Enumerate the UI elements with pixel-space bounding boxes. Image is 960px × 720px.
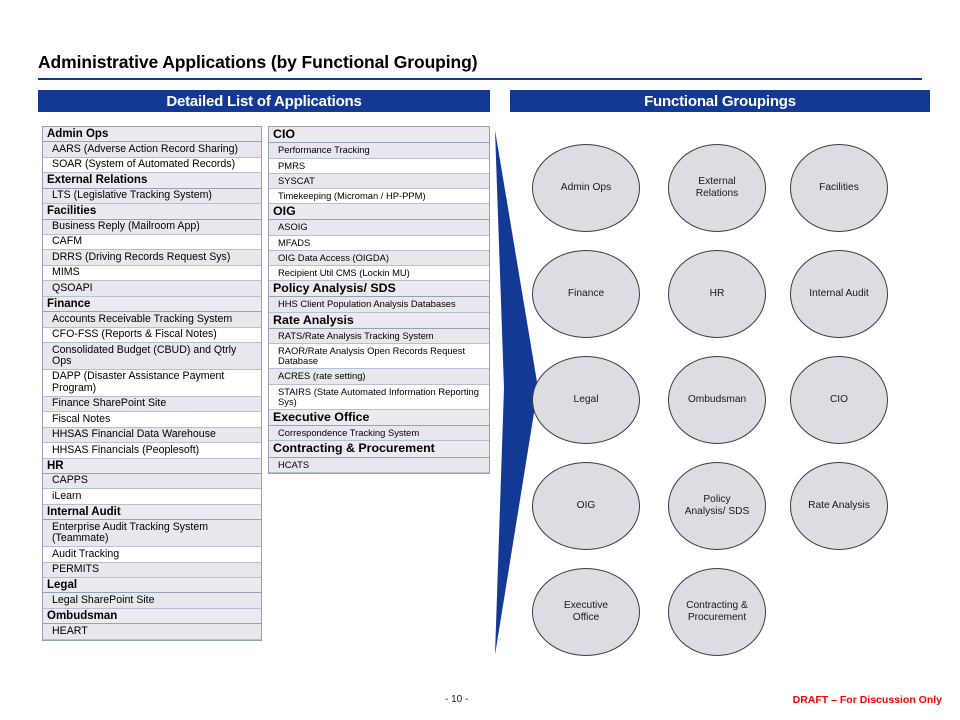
list-item: Fiscal Notes (43, 412, 261, 428)
list-item: Correspondence Tracking System (269, 426, 489, 442)
list-group-heading: Legal (43, 577, 261, 594)
functional-grouping-circle[interactable]: HR (668, 250, 766, 338)
functional-grouping-circle[interactable]: External Relations (668, 144, 766, 232)
list-item: ASOIG (269, 220, 489, 236)
list-group-heading: Finance (43, 296, 261, 313)
list-group-heading: OIG (269, 204, 489, 221)
list-item: RAOR/Rate Analysis Open Records Request … (269, 344, 489, 370)
functional-grouping-label: Finance (567, 287, 605, 299)
list-item: PMRS (269, 158, 489, 174)
list-item: Audit Tracking (43, 547, 261, 563)
list-group-heading: Admin Ops (43, 127, 261, 143)
functional-grouping-circle[interactable]: Internal Audit (790, 250, 888, 338)
list-item: DAPP (Disaster Assistance Payment Progra… (43, 369, 261, 397)
list-item: Enterprise Audit Tracking System (Teamma… (43, 520, 261, 548)
list-group-heading: Ombudsman (43, 608, 261, 625)
list-item: HHSAS Financial Data Warehouse (43, 427, 261, 444)
functional-grouping-circle[interactable]: CIO (790, 356, 888, 444)
functional-grouping-label: Internal Audit (809, 287, 869, 299)
list-group-heading: Facilities (43, 204, 261, 220)
functional-grouping-circle[interactable]: Finance (532, 250, 640, 338)
list-item: Business Reply (Mailroom App) (43, 219, 261, 235)
list-item: Performance Tracking (269, 143, 489, 159)
list-group-heading: Policy Analysis/ SDS (269, 281, 489, 298)
functional-grouping-circle[interactable]: Contracting & Procurement (668, 568, 766, 656)
list-item: CAFM (43, 234, 261, 251)
functional-grouping-label: External Relations (695, 175, 739, 199)
list-item: PERMITS (43, 562, 261, 578)
functional-grouping-label: Legal (573, 393, 599, 405)
page-title: Administrative Applications (by Function… (38, 52, 478, 72)
list-group-heading: Executive Office (269, 409, 489, 427)
functional-groupings-diagram: Admin Ops External Relations Facilities Fina… (490, 120, 940, 665)
list-item: HHS Client Population Analysis Databases (269, 297, 489, 313)
list-item: QSOAPI (43, 281, 261, 297)
list-item: RATS/Rate Analysis Tracking System (269, 328, 489, 345)
list-group-heading: Rate Analysis (269, 312, 489, 329)
list-item: DRRS (Driving Records Request Sys) (43, 250, 261, 266)
list-group-heading: HR (43, 458, 261, 474)
functional-grouping-label: Contracting & Procurement (686, 599, 748, 623)
list-item: Consolidated Budget (CBUD) and Qtrly Ops (43, 343, 261, 370)
functional-grouping-circle[interactable]: Executive Office (532, 568, 640, 656)
list-group-heading: External Relations (43, 173, 261, 189)
functional-groupings-panel-header: Functional Groupings (510, 90, 930, 112)
list-item: Recipient Util CMS (Lockin MU) (269, 265, 489, 282)
functional-grouping-circle[interactable]: Rate Analysis (790, 462, 888, 550)
functional-grouping-label: HR (709, 287, 725, 299)
list-item: ACRES (rate setting) (269, 369, 489, 385)
functional-grouping-label: Admin Ops (560, 181, 612, 193)
list-item: HEART (43, 624, 261, 640)
application-list-column-1: Admin Ops AARS (Adverse Action Record Sha… (42, 126, 262, 641)
list-item: MFADS (269, 235, 489, 251)
application-list-column-2: CIO Performance Tracking PMRS SYSCAT Timekee… (268, 126, 490, 474)
functional-grouping-label: OIG (576, 499, 596, 511)
list-group-heading: Internal Audit (43, 504, 261, 521)
list-item: SYSCAT (269, 173, 489, 189)
list-item: CAPPS (43, 473, 261, 490)
detailed-list-panel-header: Detailed List of Applications (38, 90, 490, 112)
list-item: HHSAS Financials (Peoplesoft) (43, 443, 261, 459)
page-number: - 10 - (445, 694, 469, 705)
functional-grouping-circle[interactable]: Ombudsman (668, 356, 766, 444)
functional-grouping-circle[interactable]: Policy Analysis/ SDS (668, 462, 766, 550)
functional-grouping-circle[interactable]: Facilities (790, 144, 888, 232)
draft-disclaimer: DRAFT – For Discussion Only (792, 694, 942, 706)
list-item: Legal SharePoint Site (43, 593, 261, 609)
functional-grouping-label: Policy Analysis/ SDS (684, 493, 750, 517)
list-item: HCATS (269, 457, 489, 473)
list-item: iLearn (43, 489, 261, 505)
functional-grouping-circle[interactable]: Admin Ops (532, 144, 640, 232)
list-item: Finance SharePoint Site (43, 396, 261, 413)
functional-grouping-label: Rate Analysis (808, 499, 870, 511)
functional-grouping-label: Executive Office (563, 599, 609, 623)
functional-grouping-circle[interactable]: Legal (532, 356, 640, 444)
list-item: CFO-FSS (Reports & Fiscal Notes) (43, 327, 261, 343)
list-item: STAIRS (State Automated Information Repo… (269, 384, 489, 410)
list-group-heading: Contracting & Procurement (269, 441, 489, 458)
functional-grouping-label: Ombudsman (687, 393, 747, 405)
list-item: SOAR (System of Automated Records) (43, 157, 261, 174)
functional-grouping-label: Facilities (819, 181, 859, 193)
list-item: MIMS (43, 265, 261, 282)
list-item: Timekeeping (Microman / HP-PPM) (269, 188, 489, 205)
list-item: LTS (Legislative Tracking System) (43, 188, 261, 205)
title-divider (38, 78, 922, 80)
functional-grouping-circle[interactable]: OIG (532, 462, 640, 550)
functional-grouping-label: CIO (829, 393, 849, 405)
list-item: Accounts Receivable Tracking System (43, 312, 261, 328)
list-item: OIG Data Access (OIGDA) (269, 250, 489, 266)
list-item: AARS (Adverse Action Record Sharing) (43, 142, 261, 158)
list-group-heading: CIO (269, 127, 489, 144)
